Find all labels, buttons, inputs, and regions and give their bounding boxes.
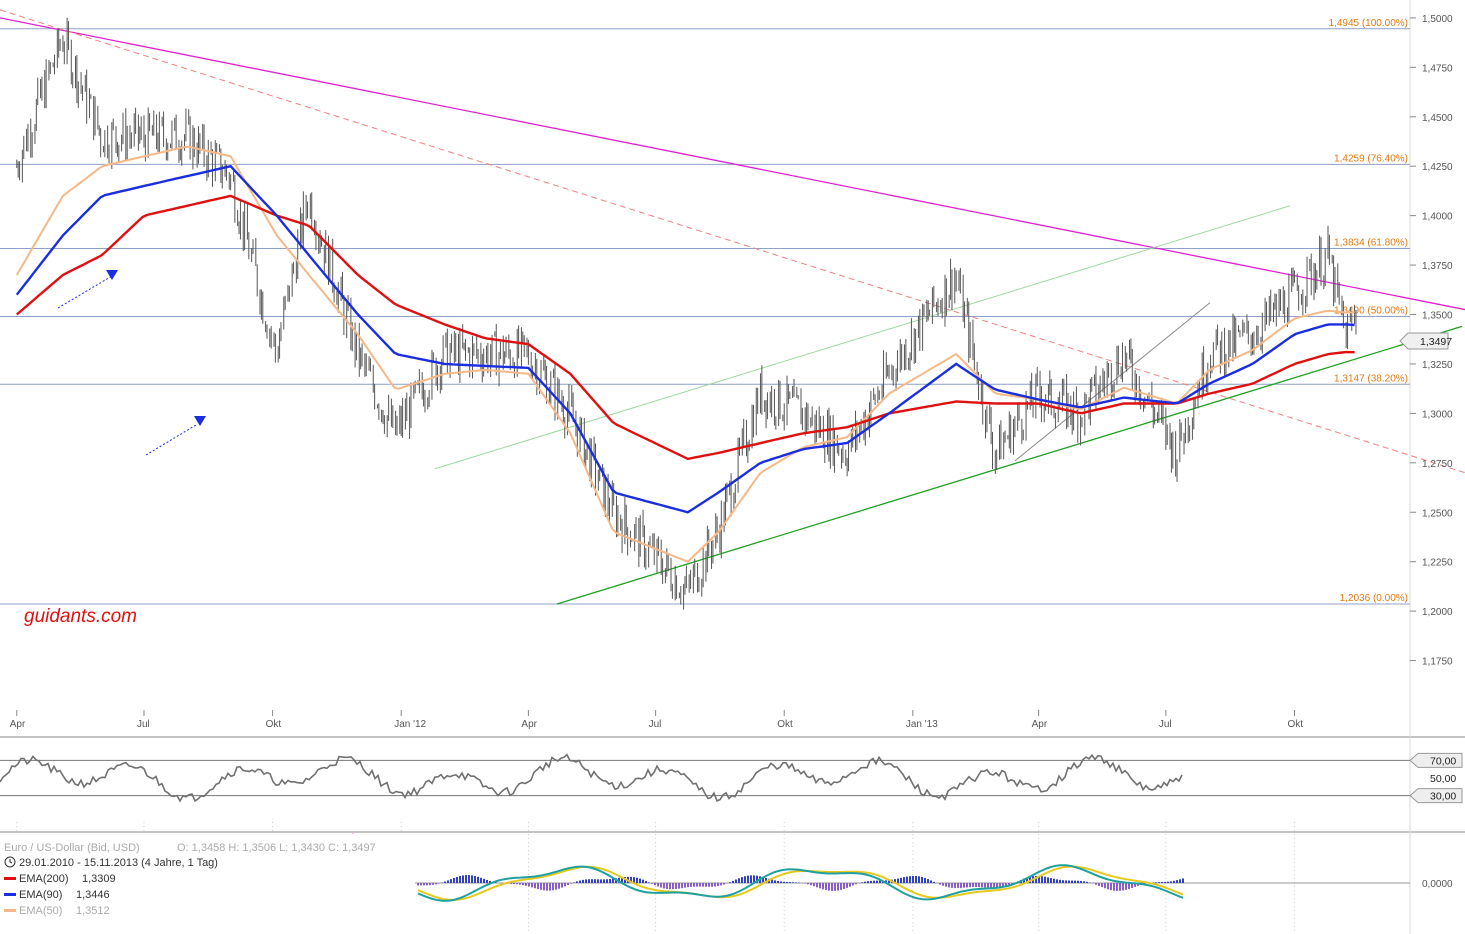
- x-tick-label: Jul: [649, 719, 662, 730]
- y-tick-label: 1,3000: [1422, 409, 1453, 420]
- macd-panel: 0,0000: [305, 833, 1453, 902]
- fib-label: 1,3490 (50.00%): [1334, 305, 1408, 316]
- watermark: guidants.com: [24, 606, 137, 627]
- fib-label: 1,4259 (76.40%): [1334, 153, 1408, 164]
- rsi-panel: 70,00 50,00 30,00: [0, 752, 1463, 804]
- x-tick-label: Apr: [521, 719, 537, 730]
- legend-ema50-value: 1,3512: [76, 905, 110, 917]
- ema50-swatch: [4, 909, 16, 912]
- rsi-level-label: 70,00: [1430, 755, 1456, 767]
- last-price-value: 1,3497: [1420, 336, 1452, 348]
- x-tick-label: Apr: [10, 719, 26, 730]
- rsi-level-label: 30,00: [1430, 791, 1456, 803]
- legend-ema90-label: EMA(90): [19, 889, 62, 901]
- y-tick-label: 1,3250: [1422, 360, 1453, 371]
- ema90-line: [15, 164, 1355, 514]
- y-tick-label: 1,4750: [1422, 63, 1453, 74]
- ema-lines: [15, 145, 1355, 563]
- y-tick-label: 1,3500: [1422, 311, 1453, 322]
- fib-label: 1,3834 (61.80%): [1334, 237, 1408, 248]
- legend-ema90-value: 1,3446: [76, 889, 110, 901]
- x-tick-label: Jan '13: [906, 719, 938, 730]
- fib-label: 1,2036 (0.00%): [1340, 593, 1408, 604]
- price-chart[interactable]: 1,4945 (100.00%) 1,4259 (76.40%) 1,3834 (6…: [0, 0, 1465, 934]
- y-tick-label: 1,4000: [1422, 212, 1453, 223]
- dotted-arrow-line: [145, 424, 197, 456]
- uptrend-line: [556, 325, 1463, 605]
- x-tick-label: Jul: [137, 719, 150, 730]
- legend: Euro / US-Dollar (Bid, USD) O: 1,3458 H:…: [0, 834, 415, 934]
- trend-lines: [0, 9, 1465, 605]
- y-tick-label: 1,2500: [1422, 508, 1453, 519]
- x-tick-label: Okt: [777, 719, 793, 730]
- y-tick-label: 1,3750: [1422, 261, 1453, 272]
- legend-ema200-label: EMA(200): [19, 873, 69, 885]
- down-arrow-icon: [194, 416, 206, 426]
- x-tick-label: Jan '12: [394, 719, 426, 730]
- fibonacci-levels: 1,4945 (100.00%) 1,4259 (76.40%) 1,3834 (6…: [0, 18, 1410, 605]
- y-tick-label: 1,5000: [1422, 14, 1453, 25]
- macd-zero-label: 0,0000: [1422, 879, 1453, 890]
- price-bars: [16, 17, 1357, 610]
- x-tick-label: Apr: [1032, 719, 1048, 730]
- legend-ema200-value: 1,3309: [82, 873, 116, 885]
- y-tick-label: 1,2000: [1422, 607, 1453, 618]
- y-tick-label: 1,1750: [1422, 657, 1453, 668]
- legend-ohlc: O: 1,3458 H: 1,3506 L: 1,3430 C: 1,3497: [177, 842, 376, 854]
- legend-range: 29.01.2010 - 15.11.2013 (4 Jahre, 1 Tag): [19, 857, 218, 869]
- rsi-level-label: 50,00: [1430, 773, 1456, 785]
- fib-label: 1,4945 (100.00%): [1328, 18, 1408, 29]
- chart-frame: [0, 0, 1465, 934]
- dotted-arrow-line: [57, 275, 113, 309]
- x-tick-label: Jul: [1159, 719, 1172, 730]
- upper-channel-line: [434, 205, 1291, 470]
- last-price-tag: 1,3497: [1399, 332, 1452, 350]
- downtrend-line: [0, 17, 1465, 311]
- x-tick-label: Okt: [266, 719, 282, 730]
- fib-label: 1,3147 (38.20%): [1334, 373, 1408, 384]
- y-tick-label: 1,2250: [1422, 558, 1453, 569]
- ema200-line: [16, 194, 1355, 461]
- legend-instrument: Euro / US-Dollar (Bid, USD): [4, 842, 140, 854]
- y-tick-label: 1,4500: [1422, 113, 1453, 124]
- rsi-line: [0, 753, 1183, 803]
- ema90-swatch: [4, 893, 16, 896]
- ema200-swatch: [4, 877, 16, 880]
- dashed-trend-line: [0, 9, 1465, 474]
- x-tick-label: Okt: [1287, 719, 1303, 730]
- y-tick-label: 1,2750: [1422, 459, 1453, 470]
- ema50-line: [15, 145, 1355, 563]
- legend-ema50-label: EMA(50): [19, 905, 62, 917]
- y-tick-label: 1,4250: [1422, 162, 1453, 173]
